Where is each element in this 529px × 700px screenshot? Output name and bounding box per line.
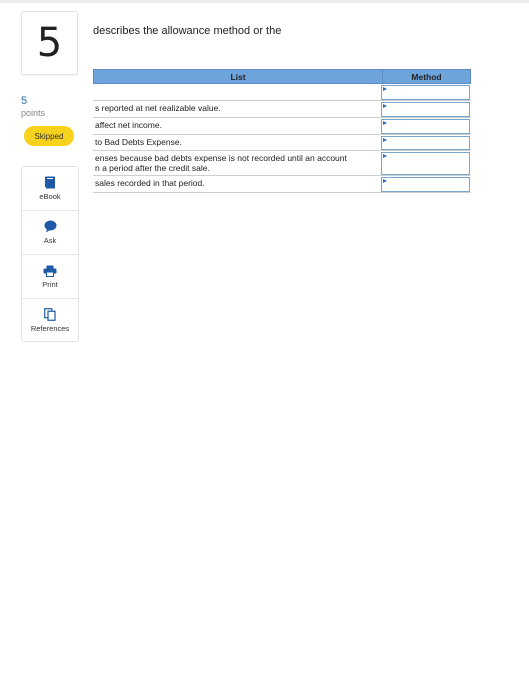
method-dropdown[interactable]	[381, 177, 470, 192]
row-statement: affect net income.	[95, 120, 162, 130]
table-row: enses because bad debts expense is not r…	[93, 151, 471, 176]
table-row: s reported at net realizable value.	[93, 101, 471, 118]
row-statement	[93, 84, 381, 100]
method-dropdown[interactable]	[381, 136, 470, 150]
ebook-button[interactable]: eBook	[22, 167, 78, 211]
ask-button[interactable]: Ask	[22, 211, 78, 255]
table-row: affect net income.	[93, 118, 471, 135]
method-dropdown[interactable]	[381, 119, 470, 134]
tools-panel: eBook Ask Print References	[21, 166, 79, 342]
points-label: points	[21, 108, 46, 118]
row-statement: s reported at net realizable value.	[95, 103, 221, 113]
points-value: 5	[21, 95, 28, 107]
method-dropdown[interactable]	[381, 102, 470, 117]
table-row: sales recorded in that period.	[93, 176, 471, 193]
top-divider	[0, 0, 529, 3]
status-badge: Skipped	[24, 126, 74, 146]
matching-table: List Method s reported at net realizable…	[93, 69, 471, 193]
question-text: describes the allowance method or the	[93, 25, 282, 37]
book-icon	[45, 176, 55, 189]
references-label: References	[30, 324, 70, 333]
row-statement: to Bad Debts Expense.	[95, 137, 182, 147]
ask-label: Ask	[43, 236, 57, 245]
row-statement: sales recorded in that period.	[95, 178, 205, 188]
printer-icon	[43, 265, 57, 277]
table-header: List Method	[93, 69, 471, 84]
ebook-label: eBook	[39, 192, 61, 201]
copy-documents-icon	[44, 308, 56, 321]
row-statement: enses because bad debts expense is not r…	[95, 153, 347, 173]
references-button[interactable]: References	[22, 299, 78, 342]
print-label: Print	[42, 279, 58, 289]
method-dropdown[interactable]	[381, 85, 470, 100]
chat-bubble-icon	[44, 220, 56, 233]
list-column-header: List	[94, 70, 383, 83]
method-dropdown[interactable]	[381, 152, 470, 175]
table-row: to Bad Debts Expense.	[93, 135, 471, 151]
question-number: 5	[21, 11, 78, 75]
table-row	[93, 84, 471, 101]
method-column-header: Method	[411, 71, 442, 82]
print-button[interactable]: Print	[22, 255, 78, 299]
